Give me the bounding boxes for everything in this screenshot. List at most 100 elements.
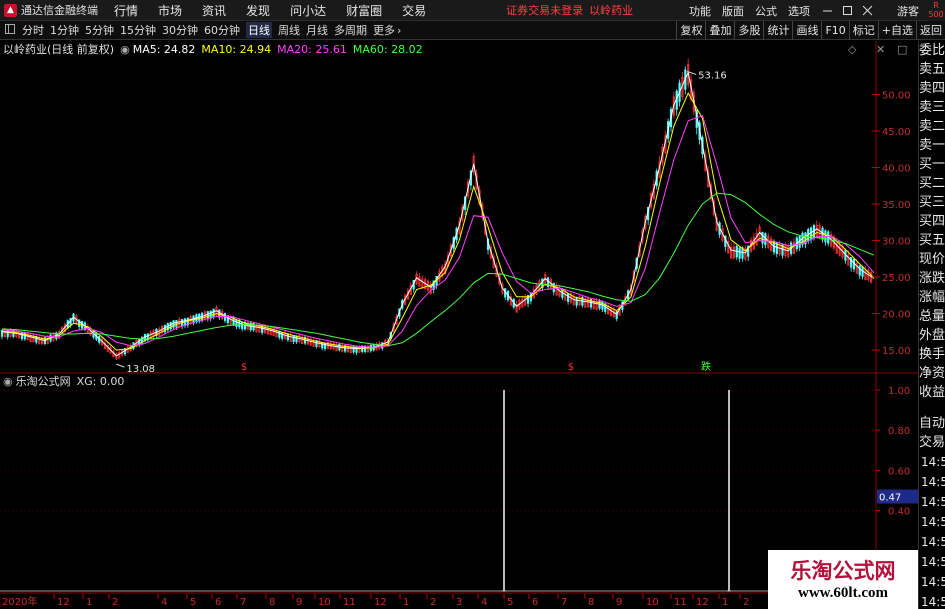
candle-body [850, 257, 853, 268]
y-tick-label: 35.00 [882, 200, 911, 211]
x-tick-label: 9 [616, 597, 622, 608]
sidebar-item[interactable]: 卖五 [919, 60, 945, 79]
sidebar-item[interactable]: 卖四 [919, 79, 945, 98]
x-tick-label: 5 [507, 597, 513, 608]
candle-body [810, 227, 813, 240]
candle-body [738, 247, 741, 259]
quote-sidebar: 委比 卖五 卖四 卖三 卖二 卖一 买一 买二 买三 买四 买五 现价 涨跌 涨幅 总量 外盘 换手 净资 收益 自… [918, 41, 945, 609]
pane-close-icon[interactable]: ✕ [876, 43, 885, 56]
x-tick-label: 4 [161, 597, 167, 608]
x-tick-label: 8 [269, 597, 275, 608]
sidebar-item[interactable]: 总量 [919, 307, 945, 326]
sidebar-item[interactable]: 卖二 [919, 117, 945, 136]
x-tick-label: 1 [403, 597, 409, 608]
indicator-xg-value: XG: 0.00 [76, 374, 125, 388]
x-tick-label: 2 [743, 597, 749, 608]
signal-mark: $ [568, 362, 574, 373]
ind-tick-label: 0.80 [888, 426, 910, 437]
indicator-label: 乐淘公式网 [15, 375, 71, 388]
sidebar-item[interactable]: 委比 [919, 41, 945, 60]
ma10-line [1, 91, 875, 351]
sidebar-item[interactable]: 外盘 [919, 326, 945, 345]
sidebar-time: 14:56 [921, 515, 945, 529]
sidebar-item[interactable]: 净资 [919, 364, 945, 383]
ind-tick-label: 0.60 [888, 466, 910, 477]
sidebar-time: 14:56 [921, 535, 945, 549]
sidebar-time: 14:56 [921, 455, 945, 469]
sidebar-item[interactable]: 买五 [919, 231, 945, 250]
candle-body [552, 282, 555, 293]
x-tick-label: 11 [674, 597, 687, 608]
low-pointer [116, 363, 125, 368]
sidebar-item[interactable]: 涨跌 [919, 269, 945, 288]
chart-header: 以岭药业(日线 前复权) ◉ MA5: 24.82 MA10: 24.94 MA… [0, 41, 423, 57]
diamond-icon[interactable]: ◇ [848, 43, 856, 56]
watermark: 乐淘公式网 www.60lt.com [768, 550, 918, 609]
high-label: 53.16 [698, 70, 727, 81]
x-tick-label: 5 [190, 597, 196, 608]
candle-body [292, 335, 295, 342]
candle-body [566, 292, 570, 302]
candle-body [206, 311, 209, 320]
x-tick-label: 6 [215, 597, 221, 608]
y-tick-label: 15.00 [882, 346, 911, 357]
low-label: 13.08 [126, 364, 155, 375]
x-tick-label: 3 [456, 597, 462, 608]
y-tick-label: 30.00 [882, 237, 911, 248]
ma5-value: MA5: 24.82 [132, 42, 196, 56]
y-tick-label: 40.00 [882, 164, 911, 175]
auto-trade-2[interactable]: 交易 [919, 433, 945, 452]
sidebar-item[interactable]: 换手 [919, 345, 945, 364]
watermark-url: www.60lt.com [798, 585, 888, 601]
ind-tick-label: 0.40 [888, 507, 910, 518]
indicator-header: ◉ 乐淘公式网 XG: 0.00 [0, 373, 124, 389]
current-value-label: 0.47 [879, 493, 901, 504]
candle-body [169, 321, 172, 330]
sidebar-item[interactable]: 买一 [919, 155, 945, 174]
chart-canvas[interactable]: 50.00 45.00 40.00 35.00 30.00 25.00 20.00 15.00… [0, 0, 918, 609]
x-tick-label: 12 [696, 597, 709, 608]
x-tick-label: 6 [532, 597, 538, 608]
candle-body [172, 320, 175, 328]
auto-trade-1[interactable]: 自动 [919, 414, 945, 433]
x-tick-label: 8 [588, 597, 594, 608]
candle-body [761, 231, 764, 244]
candle-body [323, 342, 327, 349]
ma-settings-icon[interactable]: ◉ [120, 43, 130, 56]
candle-body [241, 321, 244, 329]
y-tick-label: 20.00 [882, 310, 911, 321]
signal-mark: $ [241, 362, 247, 373]
y-tick-label: 45.00 [882, 127, 911, 138]
sidebar-item[interactable]: 买四 [919, 212, 945, 231]
candle-body [212, 308, 215, 317]
pane-maximize-icon[interactable]: □ [897, 43, 907, 56]
sidebar-item[interactable]: 买二 [919, 174, 945, 193]
sidebar-time: 14:56 [921, 555, 945, 569]
sidebar-item[interactable]: 买三 [919, 193, 945, 212]
x-tick-label: 12 [374, 597, 387, 608]
btn-back[interactable]: 返回 [916, 21, 945, 40]
x-tick-label: 2020年 [2, 595, 37, 608]
sidebar-time: 14:56 [921, 475, 945, 489]
x-tick-label: 2 [430, 597, 436, 608]
sidebar-item[interactable]: 涨幅 [919, 288, 945, 307]
ma20-value: MA20: 25.61 [277, 42, 347, 56]
x-tick-label: 9 [296, 597, 302, 608]
y-tick-label: 50.00 [882, 91, 911, 102]
ma20-line [1, 115, 875, 348]
indicator-settings-icon[interactable]: ◉ [3, 375, 13, 388]
x-tick-label: 1 [86, 597, 92, 608]
sidebar-time: 14:56 [921, 495, 945, 509]
r-badge[interactable]: R 500 [927, 0, 945, 21]
candle-body [209, 310, 212, 319]
sidebar-item[interactable]: 卖三 [919, 98, 945, 117]
x-tick-label: 4 [481, 597, 487, 608]
sidebar-item[interactable]: 现价 [919, 250, 945, 269]
y-tick-label: 25.00 [882, 273, 911, 284]
candle-body [858, 265, 861, 276]
x-tick-label: 7 [240, 597, 246, 608]
ind-tick-label: 1.00 [888, 386, 910, 397]
sidebar-item[interactable]: 卖一 [919, 136, 945, 155]
r-badge-top: R [933, 1, 939, 10]
sidebar-item[interactable]: 收益 [919, 383, 945, 402]
